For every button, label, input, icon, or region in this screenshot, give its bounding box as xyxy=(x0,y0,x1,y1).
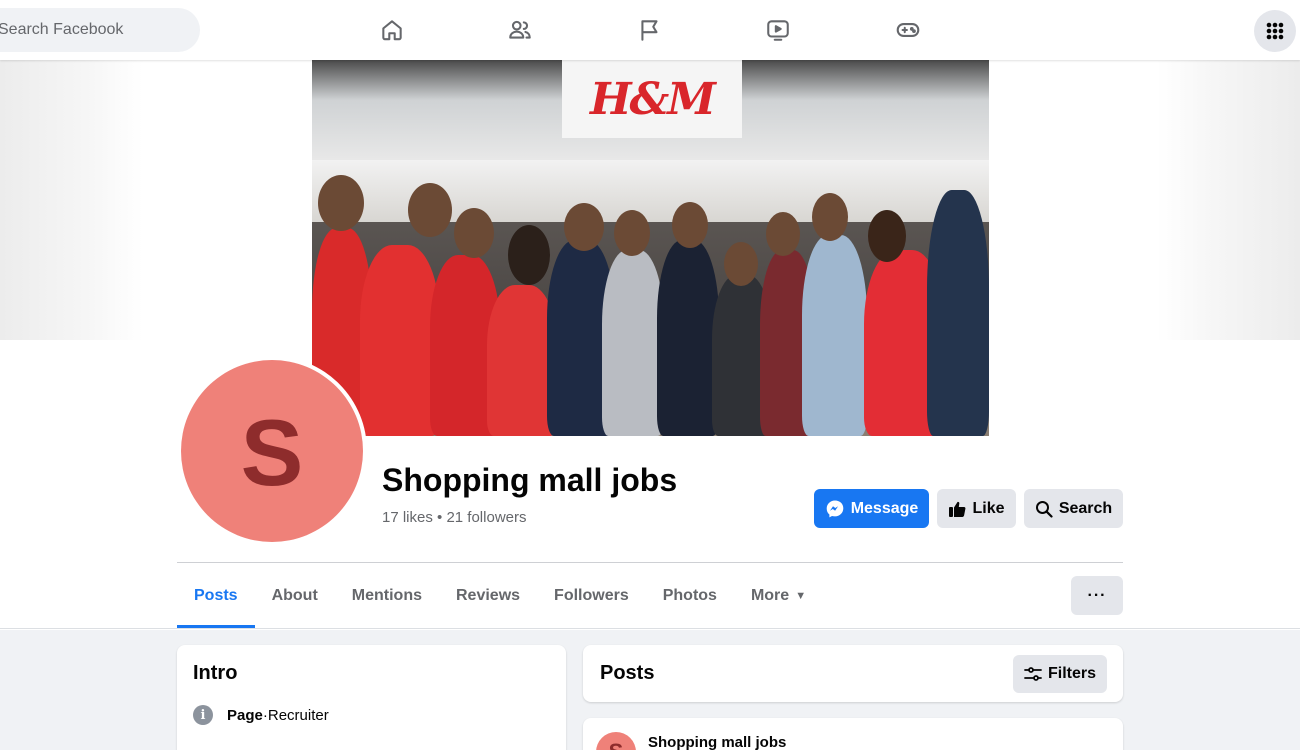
posts-title: Posts xyxy=(600,662,655,684)
posts-header-card: Posts Filters xyxy=(583,645,1123,702)
grid-menu-icon[interactable] xyxy=(1254,10,1296,52)
top-navigation-bar xyxy=(0,0,1300,60)
cover-blur-left xyxy=(0,60,143,340)
thumbs-up-icon xyxy=(949,501,966,517)
tab-posts[interactable]: Posts xyxy=(177,564,255,628)
post-card: S Shopping mall jobs ··· xyxy=(583,718,1123,750)
header-divider xyxy=(177,562,1123,563)
store-sign: H&M xyxy=(562,60,742,138)
intro-card: Intro i Page · Recruiter xyxy=(177,645,566,750)
search-icon xyxy=(1035,500,1053,518)
messenger-icon xyxy=(826,500,844,517)
page-search-button[interactable]: Search xyxy=(1024,489,1123,528)
page-stats[interactable]: 17 likes • 21 followers xyxy=(382,509,527,526)
tab-more[interactable]: More ▼ xyxy=(734,564,823,628)
page-tabs: Posts About Mentions Reviews Followers P… xyxy=(177,564,823,628)
profile-avatar[interactable]: S xyxy=(181,360,363,542)
intro-category-label: Page xyxy=(227,706,263,724)
intro-title: Intro xyxy=(193,662,238,684)
gaming-icon[interactable] xyxy=(886,8,930,52)
intro-category-row: i Page · Recruiter xyxy=(193,705,550,725)
friends-icon[interactable] xyxy=(498,8,542,52)
avatar-letter: S xyxy=(240,400,304,505)
facebook-search[interactable] xyxy=(0,8,200,52)
watch-icon[interactable] xyxy=(756,8,800,52)
message-button[interactable]: Message xyxy=(814,489,929,528)
info-icon: i xyxy=(193,705,213,725)
post-menu-icon[interactable]: ··· xyxy=(1082,742,1103,750)
post-author-avatar[interactable]: S xyxy=(596,732,636,750)
home-icon[interactable] xyxy=(370,8,414,52)
cover-photo[interactable]: H&M xyxy=(312,60,989,436)
filters-button[interactable]: Filters xyxy=(1013,655,1107,693)
caret-down-icon: ▼ xyxy=(795,590,807,602)
tab-about[interactable]: About xyxy=(255,564,335,628)
flag-icon[interactable] xyxy=(628,8,672,52)
more-options-button[interactable]: ··· xyxy=(1071,576,1123,615)
cover-blur-right xyxy=(1157,60,1300,340)
post-author-name[interactable]: Shopping mall jobs xyxy=(648,734,786,750)
page-title: Shopping mall jobs xyxy=(382,462,678,498)
intro-category-value[interactable]: Recruiter xyxy=(268,707,329,724)
tab-followers[interactable]: Followers xyxy=(537,564,646,628)
tab-mentions[interactable]: Mentions xyxy=(335,564,439,628)
tab-reviews[interactable]: Reviews xyxy=(439,564,537,628)
filters-icon xyxy=(1024,667,1042,681)
tab-photos[interactable]: Photos xyxy=(646,564,734,628)
search-input[interactable] xyxy=(0,21,178,39)
like-button[interactable]: Like xyxy=(937,489,1016,528)
